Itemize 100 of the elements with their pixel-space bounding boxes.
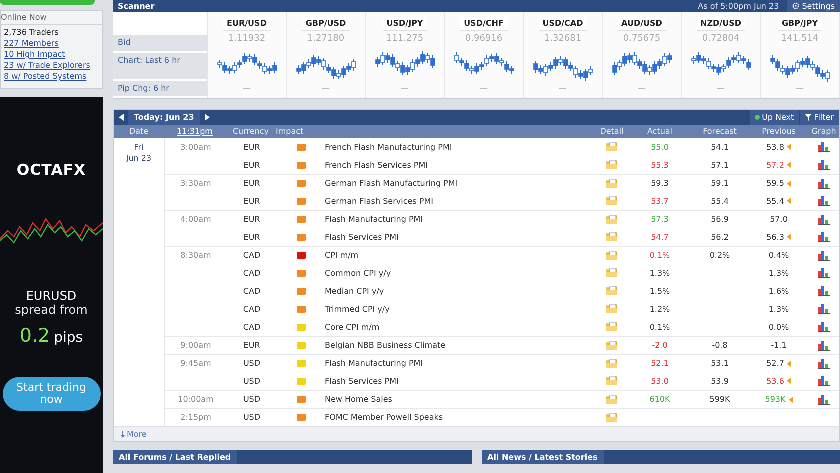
currency-cell-text: CAD <box>242 251 262 260</box>
currency-cell-text: USD <box>242 395 262 404</box>
event-name[interactable]: CPI m/m <box>325 251 359 260</box>
bar-chart-icon[interactable] <box>818 358 830 368</box>
pair-tab[interactable]: NZD/USD <box>696 17 746 31</box>
bar-chart-icon[interactable] <box>818 214 830 224</box>
bar-chart-icon[interactable] <box>818 196 830 206</box>
previous-value: 59.5 <box>766 179 784 188</box>
pair-tab[interactable]: AUD/USD <box>618 17 666 31</box>
previous-value: -1.1 <box>771 341 787 350</box>
row-label[interactable]: Bid <box>113 35 207 53</box>
event-name[interactable]: Flash Services PMI <box>325 376 399 386</box>
bar-chart-icon[interactable] <box>818 394 830 404</box>
pair-tab[interactable]: USD/CHF <box>460 17 508 31</box>
column-header: Impact <box>276 127 305 136</box>
currency-cell-text: EUR <box>242 160 262 170</box>
actual-value: 55.3 <box>651 160 669 170</box>
currency-cell-text: EUR <box>242 179 262 188</box>
row-label[interactable]: Chart: Last 6 hr <box>113 52 207 81</box>
event-name[interactable]: Trimmed CPI y/y <box>325 304 390 314</box>
more-link[interactable]: More <box>120 430 147 438</box>
bar-chart-icon[interactable] <box>818 268 830 278</box>
event-name[interactable]: German Flash Manufacturing PMI <box>325 179 458 188</box>
previous-value: 1.6% <box>768 286 790 296</box>
forecast-value: 599K <box>710 395 730 404</box>
bid-price: 0.75675 <box>623 34 661 44</box>
previous-value: 55.4 <box>766 196 784 206</box>
forecast-value: 53.1 <box>711 359 729 368</box>
column-header: Forecast <box>702 127 738 136</box>
event-name[interactable]: FOMC Member Powell Speaks <box>325 413 444 422</box>
pair-tab[interactable]: USD/JPY <box>382 17 428 31</box>
stats-link[interactable]: 10 High Impact <box>1 49 68 60</box>
bar-chart-icon[interactable] <box>818 376 830 386</box>
traders-count: 2,736 Traders <box>3 27 60 38</box>
row-label[interactable]: Pip Chg: 6 hr <box>113 81 207 98</box>
event-name[interactable]: Median CPI y/y <box>325 286 384 296</box>
event-name[interactable]: Flash Manufacturing PMI <box>325 215 424 224</box>
forecast-value: 56.2 <box>711 232 729 242</box>
bid-price: 111.275 <box>386 34 424 44</box>
stats-link[interactable]: 8 w/ Posted Systems <box>1 71 90 82</box>
panel-tab[interactable]: All Forums / Last Replied <box>113 450 238 464</box>
event-name[interactable]: French Flash Manufacturing PMI <box>325 142 452 152</box>
event-name[interactable]: New Home Sales <box>325 395 392 404</box>
pip-change: — <box>638 84 646 93</box>
bar-chart-icon[interactable] <box>818 286 830 296</box>
bar-chart-icon[interactable] <box>818 232 830 242</box>
previous-value: 56.3 <box>766 232 784 242</box>
pair-tab[interactable]: EUR/USD <box>223 17 271 31</box>
currency-cell-text: EUR <box>242 196 262 206</box>
currency-cell-text: USD <box>242 376 262 386</box>
previous-value: 53.8 <box>766 142 784 152</box>
bar-chart-icon[interactable] <box>818 250 830 260</box>
event-name[interactable]: German Flash Services PMI <box>325 196 434 206</box>
pair-tab[interactable]: GBP/USD <box>302 17 350 31</box>
settings-button[interactable]: Settings <box>787 0 840 12</box>
down-arrow-icon <box>120 430 126 438</box>
time-cell-text: 2:15pm <box>180 413 212 422</box>
bar-chart-icon[interactable] <box>818 178 830 188</box>
event-name[interactable]: Core CPI m/m <box>325 322 380 332</box>
time-cell-text: 3:00am <box>180 142 212 152</box>
actual-value: -2.0 <box>652 341 668 350</box>
currency-cell-text: CAD <box>242 268 262 278</box>
bid-price: 0.72804 <box>702 34 740 44</box>
bid-price: 1.11932 <box>228 34 266 44</box>
current-time-link[interactable]: 11:31pm <box>164 127 226 136</box>
previous-value: 1.3% <box>768 268 790 278</box>
filter-button[interactable]: Filter <box>799 110 839 125</box>
actual-value: 54.7 <box>651 232 669 242</box>
day-label: Fri <box>134 142 144 153</box>
actual-value: 0.1% <box>650 322 670 332</box>
ad-logo: OCTAFX <box>16 161 86 179</box>
bar-chart-icon[interactable] <box>818 304 830 314</box>
bid-price: 1.32681 <box>544 34 582 44</box>
currency-cell-text: USD <box>242 413 262 422</box>
bar-chart-icon[interactable] <box>818 340 830 350</box>
bar-chart-icon[interactable] <box>818 322 830 332</box>
event-name[interactable]: Flash Services PMI <box>325 232 399 242</box>
actual-value: 53.7 <box>651 196 669 206</box>
event-name[interactable]: Belgian NBB Business Climate <box>325 341 446 350</box>
filter-icon <box>805 114 812 121</box>
bar-chart-icon[interactable] <box>818 142 830 152</box>
ad-banner[interactable]: OCTAFX EURUSD spread from 0.2 pips Start trading now <box>0 97 103 473</box>
event-name[interactable]: French Flash Services PMI <box>325 160 428 170</box>
previous-value: 0.0% <box>768 322 790 332</box>
column-header: Actual <box>646 127 674 136</box>
up-next-button[interactable]: Up Next <box>749 110 800 125</box>
previous-value: 593K <box>765 395 786 404</box>
today-tab[interactable]: Today: Jun 23 <box>128 110 200 125</box>
column-header: Detail <box>599 127 625 136</box>
stats-link[interactable]: 23 w/ Trade Explorers <box>1 60 94 71</box>
stats-link[interactable]: 227 Members <box>1 38 62 49</box>
currency-cell-text: EUR <box>242 232 262 242</box>
bar-chart-icon[interactable] <box>818 160 830 170</box>
event-name[interactable]: Common CPI y/y <box>325 268 392 278</box>
event-name[interactable]: Flash Manufacturing PMI <box>325 359 424 368</box>
pair-tab[interactable]: USD/CAD <box>538 17 588 31</box>
column-header: Date <box>128 127 150 136</box>
pair-tab[interactable]: GBP/JPY <box>778 17 822 31</box>
actual-value: 53.0 <box>651 376 669 386</box>
panel-tab[interactable]: All News / Latest Stories <box>482 450 604 464</box>
